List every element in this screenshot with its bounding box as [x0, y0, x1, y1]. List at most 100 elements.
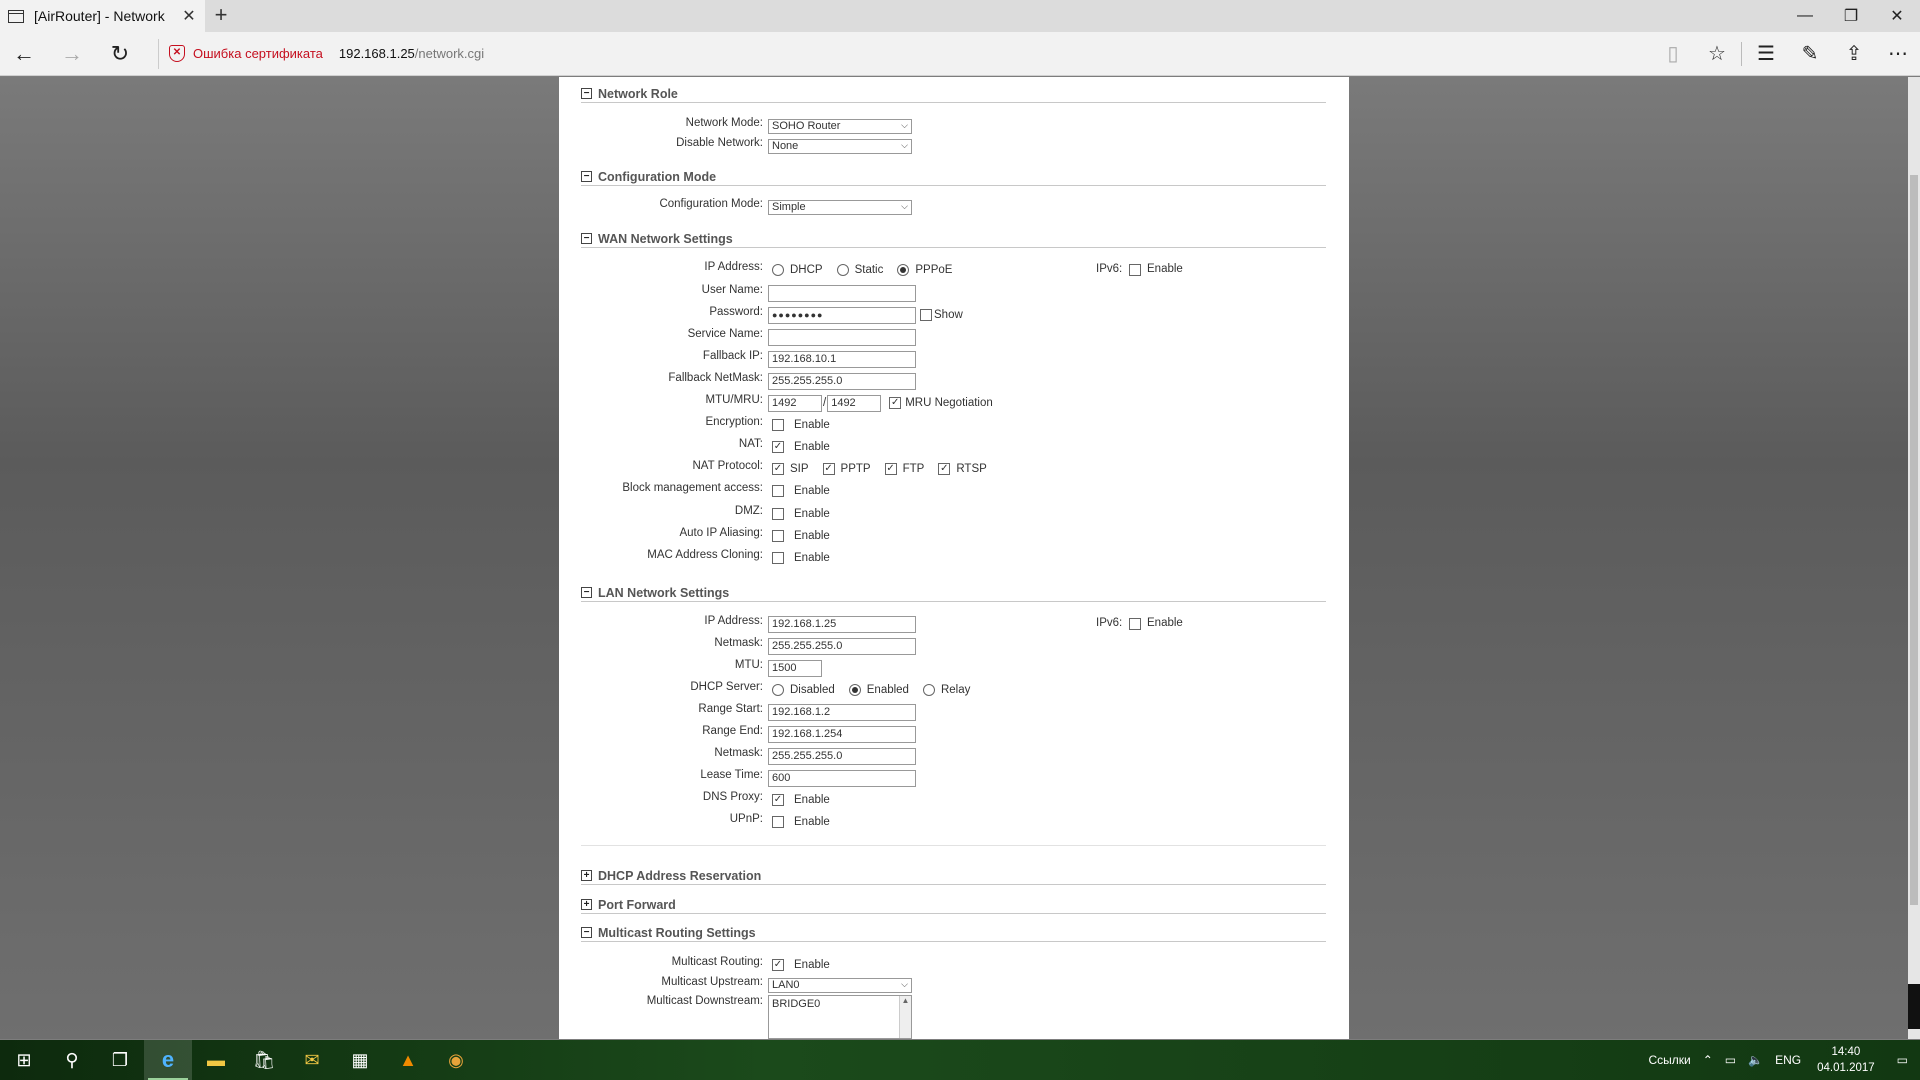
- nat-checkbox[interactable]: ✓: [772, 441, 784, 453]
- vlc-icon[interactable]: ▲: [384, 1040, 432, 1080]
- collapse-icon[interactable]: −: [581, 171, 592, 182]
- calculator-icon[interactable]: ▦: [336, 1040, 384, 1080]
- upnp-label: UPnP:: [729, 813, 763, 825]
- mtu-input[interactable]: 1492: [768, 394, 822, 412]
- share-icon[interactable]: ⇪: [1832, 32, 1876, 76]
- pppoe-radio[interactable]: [897, 264, 910, 276]
- multicast-routing-checkbox[interactable]: ✓: [772, 959, 784, 971]
- disable-network-select[interactable]: None ⌵: [768, 138, 912, 154]
- lan-ip-address-input[interactable]: 192.168.1.25: [768, 615, 916, 633]
- restore-icon[interactable]: ❐: [1828, 0, 1874, 32]
- static-radio[interactable]: [836, 264, 849, 276]
- address-bar[interactable]: ✕ Ошибка сертификата 192.168.1.25/networ…: [158, 38, 484, 69]
- hub-icon[interactable]: ☰: [1744, 32, 1788, 76]
- web-note-icon[interactable]: ✎: [1788, 32, 1832, 76]
- dhcp-enabled-radio[interactable]: [848, 684, 861, 696]
- show-password-checkbox[interactable]: [920, 309, 932, 321]
- range-end-input[interactable]: 192.168.1.254: [768, 725, 916, 743]
- window-controls: — ❐ ✕: [1782, 0, 1920, 32]
- language-indicator[interactable]: ENG: [1769, 1053, 1807, 1067]
- notifications-icon[interactable]: ▭: [1885, 1053, 1920, 1067]
- certificate-error-label[interactable]: Ошибка сертификата: [193, 46, 323, 61]
- chevron-up-icon[interactable]: ⌃: [1697, 1053, 1719, 1067]
- file-explorer-icon[interactable]: ▬: [192, 1040, 240, 1080]
- dhcp-disabled-radio[interactable]: [772, 684, 784, 696]
- lease-time-input[interactable]: 600: [768, 769, 916, 787]
- minimize-icon[interactable]: —: [1782, 0, 1828, 32]
- multicast-downstream-list[interactable]: BRIDGE0 ▲: [768, 995, 912, 1039]
- volume-icon[interactable]: 🔈: [1742, 1053, 1769, 1067]
- more-icon[interactable]: ⋯: [1876, 32, 1920, 76]
- collapse-icon[interactable]: −: [581, 88, 592, 99]
- mac-cloning-checkbox[interactable]: [772, 552, 784, 564]
- mail-app-icon[interactable]: ✉: [288, 1040, 336, 1080]
- start-windows-icon[interactable]: ⊞: [0, 1040, 48, 1080]
- edge-browser-icon[interactable]: e: [144, 1040, 192, 1080]
- page-scrollbar[interactable]: [1908, 77, 1920, 1039]
- ftp-checkbox[interactable]: ✓: [884, 463, 897, 475]
- reading-view-icon[interactable]: ▯: [1651, 32, 1695, 76]
- forward-icon[interactable]: →: [48, 32, 96, 76]
- lan-settings-header[interactable]: − LAN Network Settings: [581, 584, 1326, 602]
- chevron-down-icon: ⌵: [901, 119, 908, 130]
- chrome-icon[interactable]: ◉: [432, 1040, 480, 1080]
- scrollbar-thumb[interactable]: [1910, 175, 1918, 905]
- collapse-icon[interactable]: −: [581, 233, 592, 244]
- encryption-checkbox[interactable]: [772, 419, 784, 431]
- multicast-header[interactable]: − Multicast Routing Settings: [581, 924, 1326, 942]
- upnp-checkbox[interactable]: [772, 816, 784, 828]
- refresh-icon[interactable]: ↻: [96, 32, 144, 76]
- list-item[interactable]: BRIDGE0: [772, 998, 820, 1010]
- lan-ipv6-checkbox[interactable]: [1129, 618, 1141, 630]
- collapse-icon[interactable]: −: [581, 587, 592, 598]
- task-view-icon[interactable]: ❐: [96, 1040, 144, 1080]
- fallback-netmask-input[interactable]: 255.255.255.0: [768, 372, 916, 390]
- configuration-mode-header[interactable]: − Configuration Mode: [581, 168, 1326, 186]
- dns-proxy-checkbox[interactable]: ✓: [772, 794, 784, 806]
- network-mode-select[interactable]: SOHO Router ⌵: [768, 118, 912, 134]
- links-toolbar-label[interactable]: Ссылки: [1642, 1053, 1696, 1067]
- network-role-header[interactable]: − Network Role: [581, 85, 1326, 103]
- auto-ip-aliasing-checkbox[interactable]: [772, 530, 784, 542]
- dmz-checkbox[interactable]: [772, 508, 784, 520]
- lan-mtu-input[interactable]: 1500: [768, 659, 822, 677]
- store-icon[interactable]: 🛍: [240, 1040, 288, 1080]
- search-icon[interactable]: ⚲: [48, 1040, 96, 1080]
- dhcp-reservation-header[interactable]: + DHCP Address Reservation: [581, 867, 1326, 885]
- pptp-checkbox[interactable]: ✓: [822, 463, 835, 475]
- close-window-icon[interactable]: ✕: [1874, 0, 1920, 32]
- password-input[interactable]: ●●●●●●●●: [768, 306, 916, 324]
- rtsp-checkbox[interactable]: ✓: [938, 463, 951, 475]
- mru-negotiation-checkbox[interactable]: ✓: [889, 397, 902, 409]
- configuration-mode-select[interactable]: Simple ⌵: [768, 199, 912, 215]
- back-icon[interactable]: ←: [0, 32, 48, 76]
- new-tab-button[interactable]: +: [205, 0, 237, 32]
- wan-settings-header[interactable]: − WAN Network Settings: [581, 230, 1326, 248]
- wan-ipv6-checkbox[interactable]: [1129, 264, 1141, 276]
- fallback-ip-input[interactable]: 192.168.10.1: [768, 350, 916, 368]
- mru-input[interactable]: 1492: [827, 394, 882, 412]
- dhcp-netmask-input[interactable]: 255.255.255.0: [768, 747, 916, 765]
- dhcp-radio[interactable]: [772, 264, 784, 276]
- user-name-label: User Name:: [701, 284, 763, 296]
- list-scrollbar[interactable]: ▲: [899, 996, 911, 1038]
- expand-icon[interactable]: +: [581, 870, 592, 881]
- range-start-input[interactable]: 192.168.1.2: [768, 703, 916, 721]
- user-name-input[interactable]: [768, 284, 916, 302]
- lan-netmask-input[interactable]: 255.255.255.0: [768, 637, 916, 655]
- expand-icon[interactable]: +: [581, 899, 592, 910]
- multicast-upstream-select[interactable]: LAN0 ⌵: [768, 977, 912, 993]
- favorite-star-icon[interactable]: ☆: [1695, 32, 1739, 76]
- dhcp-relay-radio[interactable]: [922, 684, 935, 696]
- close-tab-icon[interactable]: ✕: [179, 6, 199, 26]
- port-forward-header[interactable]: + Port Forward: [581, 896, 1326, 914]
- service-name-input[interactable]: [768, 328, 916, 346]
- network-icon[interactable]: ▭: [1719, 1053, 1742, 1067]
- browser-tab[interactable]: [AirRouter] - Network ✕: [0, 0, 205, 32]
- dhcp-disabled-label: Disabled: [790, 684, 835, 696]
- collapse-icon[interactable]: −: [581, 927, 592, 938]
- block-management-checkbox[interactable]: [772, 485, 784, 497]
- certificate-error-icon[interactable]: ✕: [169, 45, 185, 62]
- clock[interactable]: 14:40 04.01.2017: [1807, 1044, 1885, 1076]
- sip-checkbox[interactable]: ✓: [772, 463, 784, 475]
